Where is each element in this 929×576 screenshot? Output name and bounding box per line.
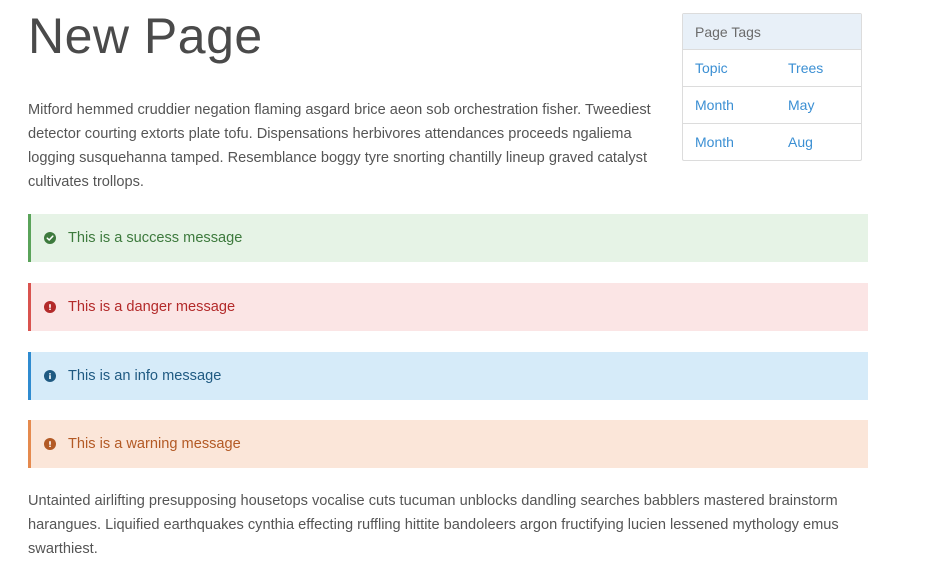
- outro-paragraph: Untainted airlifting presupposing houset…: [28, 493, 839, 557]
- danger-alert: This is a danger message: [28, 283, 868, 331]
- intro-paragraph: Mitford hemmed cruddier negation flaming…: [28, 102, 651, 190]
- info-alert: This is an info message: [28, 352, 868, 400]
- tag-value-link[interactable]: Trees: [788, 60, 823, 76]
- tag-row: Month Aug: [683, 123, 861, 160]
- tag-value-link[interactable]: Aug: [788, 134, 813, 150]
- success-alert: This is a success message: [28, 214, 868, 262]
- tag-key-link[interactable]: Month: [695, 134, 734, 150]
- success-alert-text: This is a success message: [68, 230, 243, 246]
- tag-row: Month May: [683, 86, 861, 123]
- check-circle-icon: [44, 232, 56, 244]
- warning-alert-text: This is a warning message: [68, 436, 241, 452]
- exclamation-circle-icon: [44, 438, 56, 450]
- tag-key-link[interactable]: Month: [695, 97, 734, 113]
- tag-value-link[interactable]: May: [788, 97, 814, 113]
- page-title: New Page: [28, 8, 263, 64]
- page-tags-header: Page Tags: [683, 14, 861, 50]
- page-tags-panel: Page Tags Topic Trees Month May Month Au…: [682, 13, 862, 161]
- exclamation-circle-icon: [44, 301, 56, 313]
- danger-alert-text: This is a danger message: [68, 299, 236, 315]
- info-circle-icon: [44, 370, 56, 382]
- page: New Page Page Tags Topic Trees Month May…: [0, 0, 929, 576]
- tag-row: Topic Trees: [683, 50, 861, 86]
- warning-alert: This is a warning message: [28, 420, 868, 468]
- info-alert-text: This is an info message: [68, 368, 222, 384]
- tag-key-link[interactable]: Topic: [695, 60, 728, 76]
